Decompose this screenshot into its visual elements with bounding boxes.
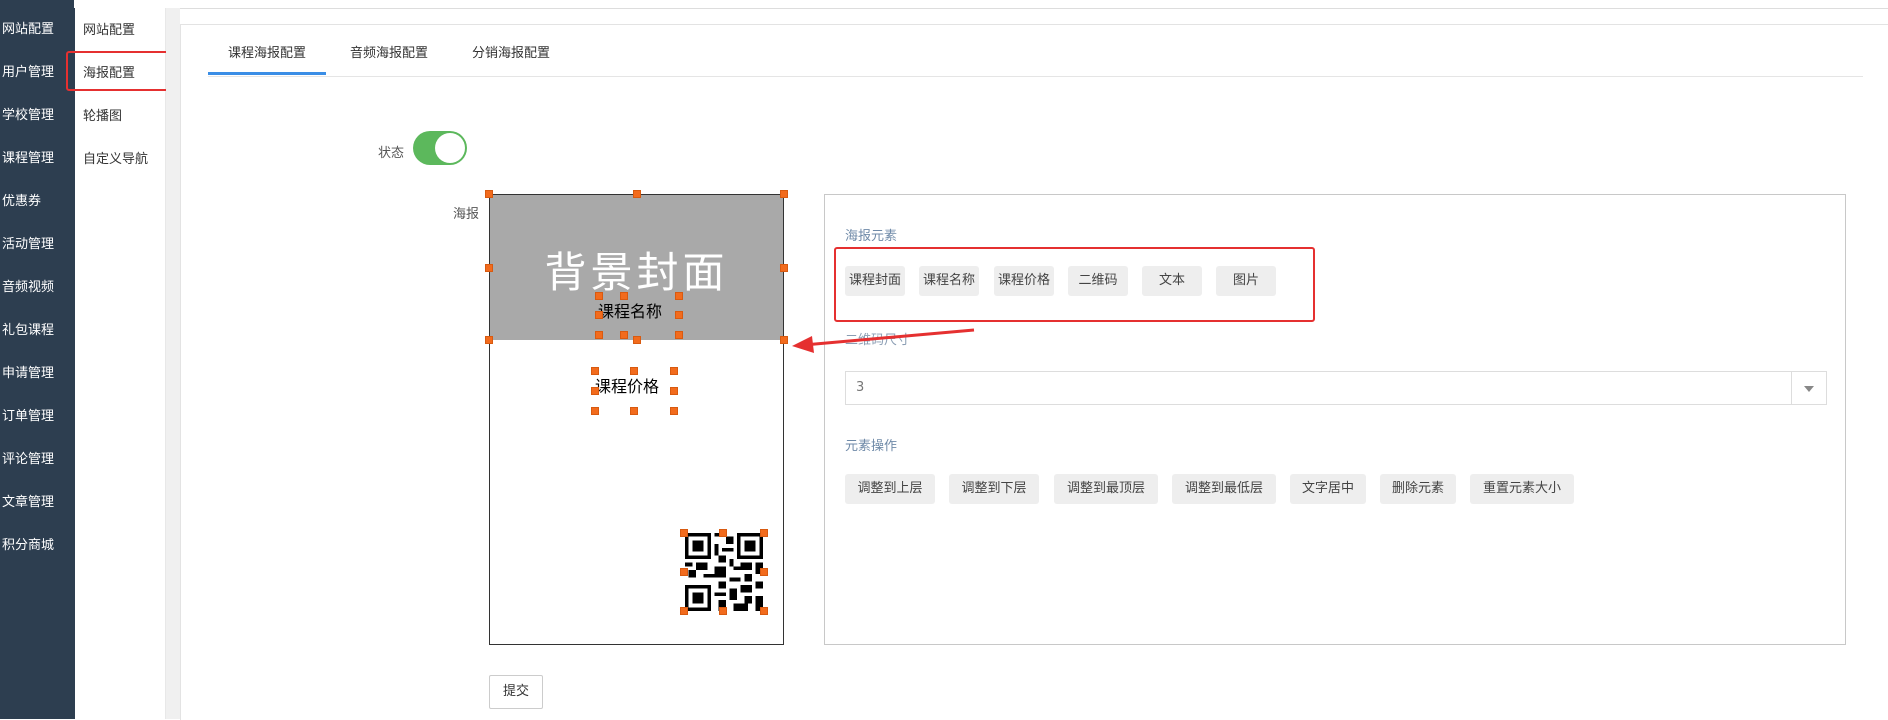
resize-handle[interactable]: [595, 311, 603, 319]
subnav-item-custom-nav[interactable]: 自定义导航: [83, 143, 159, 177]
qr-size-select[interactable]: 3: [845, 371, 1827, 405]
subnav-item-site-config[interactable]: 网站配置: [83, 14, 159, 48]
resize-handle[interactable]: [591, 387, 599, 395]
status-toggle[interactable]: [413, 131, 467, 165]
resize-handle[interactable]: [633, 190, 641, 198]
resize-handle[interactable]: [780, 190, 788, 198]
resize-handle[interactable]: [620, 292, 628, 300]
sidebar-item-media[interactable]: 音频视频: [0, 266, 75, 309]
move-down-button[interactable]: 调整到下层: [949, 474, 1039, 504]
resize-handle[interactable]: [675, 292, 683, 300]
resize-handle[interactable]: [591, 407, 599, 415]
center-text-button[interactable]: 文字居中: [1290, 474, 1366, 504]
resize-handle[interactable]: [760, 568, 768, 576]
resize-handle[interactable]: [620, 331, 628, 339]
sub-nav: 网站配置 海报配置 轮播图 自定义导航: [75, 8, 166, 719]
poster-elements-title: 海报元素: [845, 229, 898, 244]
resize-handle[interactable]: [719, 529, 727, 537]
qr-size-value: 3: [856, 380, 865, 395]
resize-handle[interactable]: [630, 407, 638, 415]
element-ops-title: 元素操作: [845, 439, 898, 454]
move-up-button[interactable]: 调整到上层: [845, 474, 935, 504]
submit-button[interactable]: 提交: [489, 675, 543, 709]
sidebar-item-site-config[interactable]: 网站配置: [0, 8, 75, 51]
tab-course-poster[interactable]: 课程海报配置: [208, 38, 326, 75]
resize-handle[interactable]: [670, 367, 678, 375]
resize-handle[interactable]: [780, 264, 788, 272]
sidebar-item-applications[interactable]: 申请管理: [0, 352, 75, 395]
poster-label: 海报: [453, 207, 480, 222]
subnav-item-carousel[interactable]: 轮播图: [83, 100, 159, 134]
qr-code-icon[interactable]: [684, 533, 764, 611]
toggle-knob: [435, 133, 465, 163]
annotation-box-elements: [834, 247, 1315, 322]
sidebar-item-schools[interactable]: 学校管理: [0, 94, 75, 137]
sidebar-item-bundles[interactable]: 礼包课程: [0, 309, 75, 352]
resize-handle[interactable]: [633, 336, 641, 344]
resize-handle[interactable]: [485, 336, 493, 344]
top-bar-brand: [0, 0, 74, 8]
sidebar-item-users[interactable]: 用户管理: [0, 51, 75, 94]
resize-handle[interactable]: [760, 529, 768, 537]
sidebar-item-points-mall[interactable]: 积分商城: [0, 524, 75, 567]
resize-handle[interactable]: [485, 190, 493, 198]
resize-handle[interactable]: [680, 607, 688, 615]
sidebar-item-articles[interactable]: 文章管理: [0, 481, 75, 524]
resize-handle[interactable]: [630, 367, 638, 375]
sidebar-item-activities[interactable]: 活动管理: [0, 223, 75, 266]
reset-size-button[interactable]: 重置元素大小: [1470, 474, 1574, 504]
move-bottom-button[interactable]: 调整到最低层: [1172, 474, 1276, 504]
resize-handle[interactable]: [595, 292, 603, 300]
tab-bar: 课程海报配置 音频海报配置 分销海报配置: [208, 38, 1863, 77]
main-sidebar: 网站配置 用户管理 学校管理 课程管理 优惠券 活动管理 音频视频 礼包课程 申…: [0, 8, 75, 719]
gutter: [166, 8, 180, 719]
poster-canvas[interactable]: 背景封面 课程名称 课程价格: [485, 190, 788, 645]
resize-handle[interactable]: [719, 607, 727, 615]
move-top-button[interactable]: 调整到最顶层: [1054, 474, 1158, 504]
sidebar-item-courses[interactable]: 课程管理: [0, 137, 75, 180]
resize-handle[interactable]: [670, 407, 678, 415]
resize-handle[interactable]: [680, 568, 688, 576]
annotation-box-subnav: [66, 51, 174, 91]
resize-handle[interactable]: [485, 264, 493, 272]
resize-handle[interactable]: [760, 607, 768, 615]
top-bar: [0, 0, 1888, 9]
tab-distribution-poster[interactable]: 分销海报配置: [461, 38, 561, 74]
delete-element-button[interactable]: 删除元素: [1380, 474, 1456, 504]
poster-course-price-element[interactable]: 课程价格: [595, 373, 659, 397]
resize-handle[interactable]: [675, 331, 683, 339]
sidebar-item-coupons[interactable]: 优惠券: [0, 180, 75, 223]
resize-handle[interactable]: [595, 331, 603, 339]
chevron-down-icon[interactable]: [1791, 372, 1826, 404]
annotation-arrow-icon: [792, 328, 975, 353]
resize-handle[interactable]: [680, 529, 688, 537]
resize-handle[interactable]: [591, 367, 599, 375]
poster-course-name-element[interactable]: 课程名称: [598, 298, 662, 322]
tab-audio-poster[interactable]: 音频海报配置: [339, 38, 439, 74]
resize-handle[interactable]: [675, 311, 683, 319]
status-label: 状态: [378, 146, 405, 161]
sidebar-item-comments[interactable]: 评论管理: [0, 438, 75, 481]
cover-title-text: 背景封面: [544, 248, 729, 297]
sidebar-item-orders[interactable]: 订单管理: [0, 395, 75, 438]
resize-handle[interactable]: [670, 387, 678, 395]
resize-handle[interactable]: [780, 336, 788, 344]
